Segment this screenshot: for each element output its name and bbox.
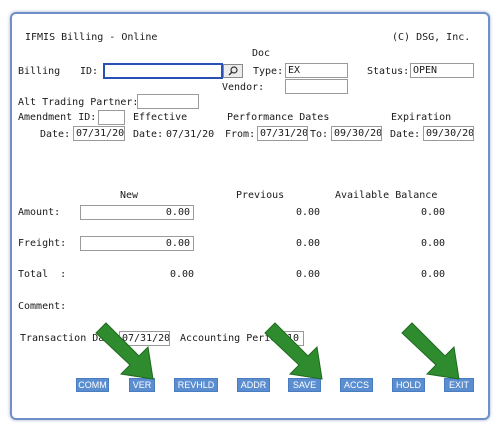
column-new-header: New — [120, 190, 139, 201]
expiration-label: Expiration — [391, 112, 452, 123]
effective-label: Effective — [133, 112, 188, 123]
vendor-input[interactable] — [285, 79, 348, 94]
alt-trading-partner-input[interactable] — [137, 94, 199, 109]
total-previous-value: 0.00 — [296, 269, 321, 280]
id-label: ID: — [80, 66, 99, 77]
copyright-text: (C) DSG, Inc. — [392, 32, 471, 43]
amount-previous-value: 0.00 — [296, 207, 321, 218]
revhld-button[interactable]: REVHLD — [174, 378, 218, 392]
total-label: Total : — [18, 269, 67, 280]
freight-new-input[interactable]: 0.00 — [80, 236, 194, 251]
freight-previous-value: 0.00 — [296, 238, 321, 249]
alt-trading-partner-label: Alt Trading Partner: — [18, 97, 139, 108]
amount-label: Amount: — [18, 207, 61, 218]
type-label: Type: — [253, 66, 284, 77]
vendor-label: Vendor: — [222, 82, 265, 93]
billing-section-label: Billing — [18, 66, 61, 77]
comment-label: Comment: — [18, 301, 67, 312]
green-arrow-icon — [401, 322, 460, 380]
amendment-id-label: Amendment ID: — [18, 112, 97, 123]
green-arrow-icon — [95, 322, 154, 380]
lookup-button[interactable] — [223, 64, 243, 78]
doc-label: Doc — [252, 48, 271, 59]
amendment-id-input[interactable] — [98, 110, 125, 125]
column-available-balance-header: Available Balance — [335, 190, 438, 201]
freight-label: Freight: — [18, 238, 67, 249]
amount-available-value: 0.00 — [421, 207, 446, 218]
from-label: From: — [225, 129, 256, 140]
amount-new-input[interactable]: 0.00 — [80, 205, 194, 220]
expiration-date-label: Date: — [390, 129, 421, 140]
window-title: IFMIS Billing - Online — [25, 32, 158, 43]
magnifier-icon — [228, 66, 238, 76]
effective-date-value: 07/31/20 — [166, 129, 215, 140]
status-field: OPEN — [410, 63, 474, 78]
accs-button[interactable]: ACCS — [340, 378, 373, 392]
effective-date-label: Date: — [133, 129, 164, 140]
total-new-value: 0.00 — [170, 269, 195, 280]
billing-id-input[interactable] — [103, 63, 223, 79]
amendment-date-label: Date: — [40, 129, 71, 140]
amendment-date-input[interactable]: 07/31/20 — [73, 126, 125, 141]
freight-available-value: 0.00 — [421, 238, 446, 249]
performance-to-input[interactable]: 09/30/20 — [331, 126, 382, 141]
total-available-value: 0.00 — [421, 269, 446, 280]
performance-dates-label: Performance Dates — [227, 112, 330, 123]
performance-from-input[interactable]: 07/31/20 — [257, 126, 308, 141]
green-arrow-icon — [264, 322, 323, 380]
doc-type-input[interactable]: EX — [285, 63, 348, 78]
expiration-date-input[interactable]: 09/30/20 — [423, 126, 474, 141]
status-label: Status: — [367, 66, 410, 77]
column-previous-header: Previous — [236, 190, 285, 201]
to-label: To: — [310, 129, 329, 140]
